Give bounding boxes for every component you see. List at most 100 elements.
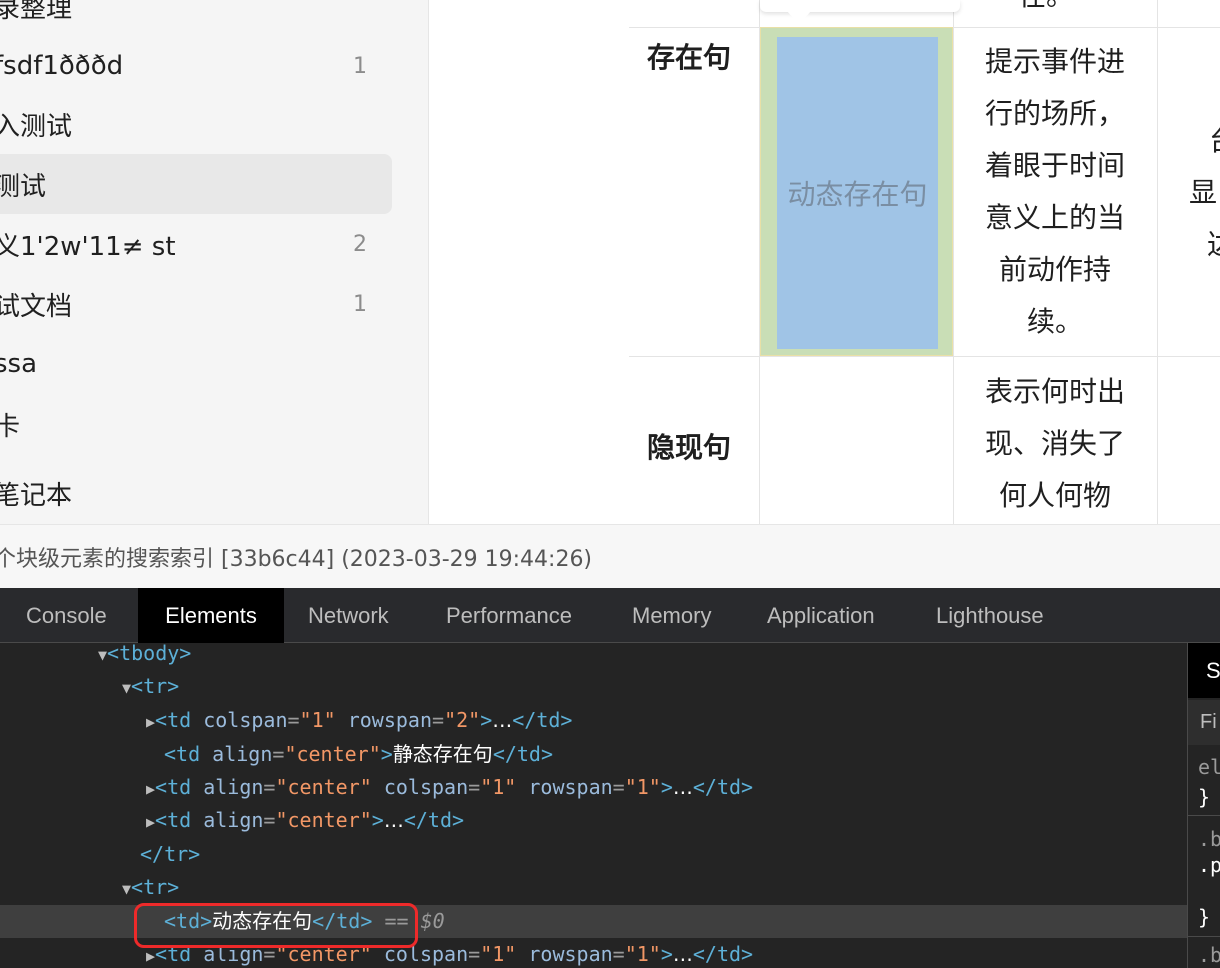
dom-tag: </td>: [692, 775, 754, 799]
dom-node[interactable]: ▼<tbody>: [0, 643, 1187, 670]
sidebar-item[interactable]: 卡: [0, 394, 392, 454]
sidebar-item[interactable]: 试文档 1: [0, 274, 392, 334]
table-cell-text: 在。: [1018, 0, 1074, 22]
selected-text-highlight: 动态存在句: [777, 37, 938, 349]
tab-console[interactable]: Console: [2, 588, 131, 643]
dom-attr-value: "1": [480, 775, 517, 799]
table-cell-text: 台: [1209, 115, 1220, 167]
table-cell-line: 何人何物: [998, 479, 1111, 512]
dom-node[interactable]: ▼<tr>: [0, 670, 1187, 703]
collapse-triangle-icon[interactable]: ▼: [122, 679, 131, 697]
dom-tag: <td: [155, 775, 192, 799]
dom-text: 静态存在句: [392, 742, 493, 766]
table-cell-text: 动态存在句: [787, 178, 928, 211]
selected-table-cell[interactable]: 动态存在句: [760, 27, 953, 356]
editor-margin: [429, 0, 629, 524]
dom-attr-value: "2": [444, 708, 481, 732]
expand-triangle-icon[interactable]: ▶: [146, 780, 155, 798]
tab-application[interactable]: Application: [743, 588, 899, 643]
style-rule-line: el: [1198, 755, 1220, 779]
dom-eq: =: [468, 942, 481, 966]
sidebar-item[interactable]: ssa: [0, 334, 392, 394]
tab-memory[interactable]: Memory: [608, 588, 735, 643]
table-cell-line: 意义上的当: [984, 201, 1125, 234]
table-cell-line: 着眼于时间: [984, 149, 1125, 182]
dom-tag: </td>: [512, 708, 573, 732]
sidebar-item[interactable]: 义1'2w'11≠ st 2: [0, 214, 392, 274]
sidebar-item-label: 义1'2w'11≠ st: [0, 231, 176, 262]
status-text: 个块级元素的搜索索引 [33b6c44] (2023-03-29 19:44:2…: [0, 546, 593, 572]
tab-styles[interactable]: S: [1188, 643, 1220, 698]
table-cell-line: 行的场所，: [984, 97, 1125, 130]
dom-eq: =: [272, 742, 285, 766]
sidebar-item-active[interactable]: 测试: [0, 154, 392, 214]
sidebar-item[interactable]: 入测试: [0, 94, 392, 154]
tooltip-arrow: [787, 11, 811, 25]
dom-eq: =: [612, 775, 625, 799]
dom-attr: colspan: [383, 775, 469, 799]
dom-node[interactable]: ▶<td align="center" colspan="1" rowspan=…: [0, 771, 1187, 804]
row-header: 隐现句: [647, 431, 732, 464]
style-rule-line: .b: [1198, 827, 1220, 851]
dom-ellipsis[interactable]: …: [492, 708, 512, 732]
dom-eq: =: [263, 775, 276, 799]
dom-node[interactable]: </tr>: [0, 838, 1187, 871]
dom-attr-value: "1": [624, 775, 661, 799]
sidebar-item[interactable]: 笔记本: [0, 463, 392, 523]
row-header: 存在句: [647, 41, 732, 74]
devtools-tabbar: Console Elements Network Performance Mem…: [0, 588, 1220, 643]
sidebar-item-label: 笔记本: [0, 480, 73, 511]
sidebar-item-label: 卡: [0, 406, 20, 443]
dom-attr-value: "1": [299, 708, 336, 732]
collapse-triangle-icon[interactable]: ▼: [122, 880, 131, 898]
dom-ellipsis[interactable]: …: [673, 775, 693, 799]
dom-tag: <tr>: [131, 875, 180, 899]
sidebar-item[interactable]: fsdf1ðððd 1: [0, 36, 392, 96]
dom-eq: =: [263, 808, 276, 832]
style-rule-line: }: [1198, 905, 1211, 929]
styles-filter-input[interactable]: Fi: [1188, 700, 1220, 745]
tab-network[interactable]: Network: [284, 588, 413, 643]
dom-attr-value: "center": [275, 775, 372, 799]
collapse-triangle-icon[interactable]: ▼: [98, 646, 107, 664]
expand-triangle-icon[interactable]: ▶: [146, 947, 155, 965]
table-cell-line: 现、消失了: [984, 427, 1125, 460]
dom-attr: align: [212, 742, 273, 766]
table-cell-line: 表示何时出: [984, 375, 1125, 408]
table-cell: 提示事件进 行的场所， 着眼于时间 意义上的当 前动作持 续。: [959, 36, 1151, 348]
dom-node[interactable]: ▶<td align="center">…</td>: [0, 804, 1187, 837]
table-cell-line: 前动作持: [998, 253, 1111, 286]
table-cell-text: 显: [1189, 176, 1218, 209]
dom-tag: </td>: [492, 742, 554, 766]
dom-tag: >: [380, 742, 393, 766]
tab-performance[interactable]: Performance: [422, 588, 596, 643]
dom-attr: rowspan: [528, 775, 613, 799]
dom-tag: <td: [155, 708, 192, 732]
sidebar-item-count: 1: [353, 291, 367, 317]
dom-node[interactable]: ▶<td colspan="1" rowspan="2">…</td>: [0, 704, 1187, 737]
dom-tag: <td: [164, 742, 201, 766]
tab-lighthouse[interactable]: Lighthouse: [912, 588, 1068, 643]
sidebar-item-label: 入测试: [0, 111, 73, 142]
sidebar-item[interactable]: 录整理: [0, 0, 392, 36]
dom-attr: rowspan: [528, 942, 613, 966]
dom-tag: <td: [155, 808, 192, 832]
dom-node[interactable]: <td align="center">静态存在句</td>: [0, 738, 1187, 771]
table-cell-line: 续。: [1026, 305, 1083, 338]
table-cell: 表示何时出 现、消失了 何人何物: [959, 366, 1151, 522]
dom-tag: </td>: [692, 942, 754, 966]
dom-attr: align: [203, 775, 264, 799]
sidebar-item-label: 试文档: [0, 291, 73, 322]
expand-triangle-icon[interactable]: ▶: [146, 813, 155, 831]
table-cell-line: 提示事件进: [984, 45, 1125, 78]
dom-eq: =: [432, 708, 445, 732]
dom-node[interactable]: ▼<tr>: [0, 871, 1187, 904]
style-rule-line: .p: [1198, 853, 1220, 877]
sidebar-item-label: fsdf1ðððd: [0, 51, 124, 81]
dom-ellipsis[interactable]: …: [673, 942, 693, 966]
expand-triangle-icon[interactable]: ▶: [146, 713, 155, 731]
dom-tag: <tr>: [131, 674, 180, 698]
tab-elements[interactable]: Elements: [138, 588, 284, 643]
dom-ellipsis[interactable]: …: [384, 808, 404, 832]
document-table: 在。 存在句 隐现句 动态存在句 提示事件进 行的场所， 着眼于时间 意义上的当…: [629, 0, 1220, 524]
